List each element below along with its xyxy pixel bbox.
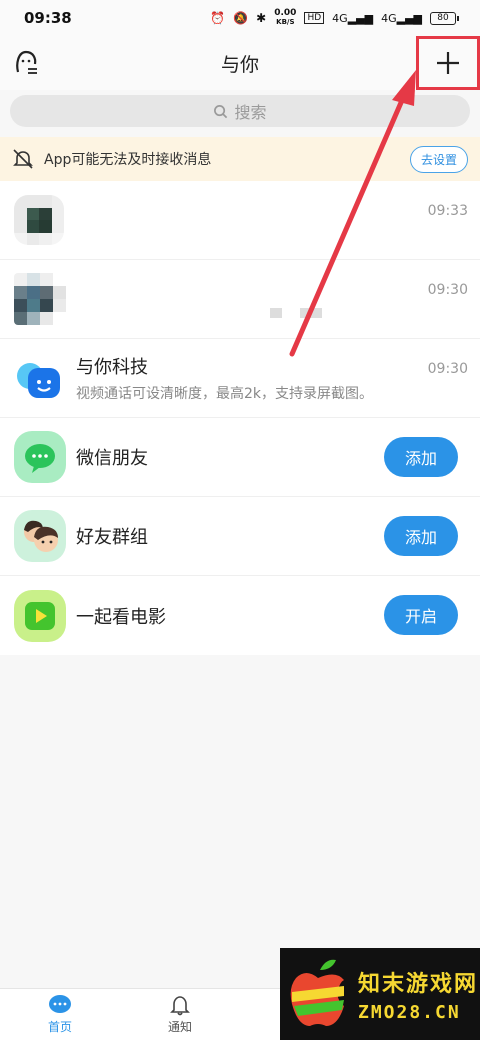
notice-text: App可能无法及时接收消息 [44,152,212,168]
watermark-en: ZMO28.CN [358,1001,461,1023]
search-icon [214,104,228,118]
bell-off-icon [13,149,33,169]
search-input[interactable]: 搜索 [10,95,470,127]
apple-logo-icon [290,959,344,1026]
list-item[interactable]: 一起看电影 开启 [0,576,480,655]
tab-notifications[interactable]: 通知 [120,989,240,1040]
contact-name: 与你科技 [76,357,148,378]
status-icons: ⏰ 🔕 ✱ 0.00 KB/S HD 4G▂▄▆ 4G▂▄▆ 80 [210,8,459,27]
signal-icon-2: 4G▂▄▆ [381,11,422,25]
page-title: 与你 [220,53,259,76]
message-preview: 视频通话可设清晰度，最高2k，支持录屏截图。 [76,386,374,402]
tab-notifications-label: 通知 [167,1020,192,1034]
status-bar: 09:38 ⏰ 🔕 ✱ 0.00 KB/S HD 4G▂▄▆ 4G▂▄▆ 80 [0,0,480,36]
app-logo-avatar [14,352,66,404]
list-item[interactable]: 与你科技 视频通话可设清晰度，最高2k，支持录屏截图。 09:30 [0,339,480,418]
header: 与你 [0,36,480,90]
contact-name: 好友群组 [76,527,148,548]
message-time: 09:30 [427,361,468,377]
group-icon [14,510,66,562]
item-texts: 微信朋友 [76,444,148,470]
add-group-button[interactable]: 添加 [384,516,458,556]
plus-icon [437,52,459,74]
status-time: 09:38 [24,9,72,27]
mute-icon: 🔕 [233,11,249,25]
chat-bubble-icon [49,995,71,1013]
item-texts: 与你科技 视频通话可设清晰度，最高2k，支持录屏截图。 [76,353,373,403]
list-item[interactable]: 好友群组 添加 [0,497,480,576]
watermark: 知末游戏网 ZMO28.CN [280,948,480,1040]
tab-home-label: 首页 [47,1020,72,1034]
bell-icon [170,996,190,1016]
blurred-preview [270,308,282,318]
bluetooth-icon: ✱ [256,11,267,25]
list-item[interactable]: 微信朋友 添加 [0,418,480,497]
message-time: 09:33 [427,203,468,219]
item-texts: 好友群组 [76,523,148,549]
tab-home[interactable]: 首页 [0,989,120,1040]
add-button[interactable] [416,36,480,90]
battery-icon: 80 [430,11,459,25]
item-texts: 一起看电影 [76,603,166,629]
message-time: 09:30 [427,282,468,298]
list-item[interactable]: 09:33 [0,181,480,260]
alarm-icon: ⏰ [210,11,226,25]
hd-badge: HD [304,12,325,24]
search-placeholder: 搜索 [234,103,267,122]
avatar [14,273,66,325]
movie-icon [14,589,66,642]
contact-name: 一起看电影 [76,606,166,628]
contact-name: 微信朋友 [76,448,148,469]
conversation-list: 09:33 09:30 与你科技 视频通话可设清晰度，最高2k，支持录屏截图。 … [0,181,480,655]
notification-warning: App可能无法及时接收消息 去设置 [0,137,480,181]
contacts-icon[interactable] [12,48,40,76]
blurred-preview [300,308,322,318]
go-settings-button[interactable]: 去设置 [409,145,468,173]
signal-icon-1: 4G▂▄▆ [332,11,374,25]
network-speed: 0.00 KB/S [274,8,297,27]
wechat-icon [14,431,66,483]
add-wechat-button[interactable]: 添加 [384,437,458,477]
watermark-texts: 知末游戏网 ZMO28.CN [358,966,478,1023]
watermark-cn: 知末游戏网 [358,971,479,997]
list-item[interactable]: 09:30 [0,260,480,339]
enable-movie-button[interactable]: 开启 [384,595,458,635]
avatar [14,195,64,245]
